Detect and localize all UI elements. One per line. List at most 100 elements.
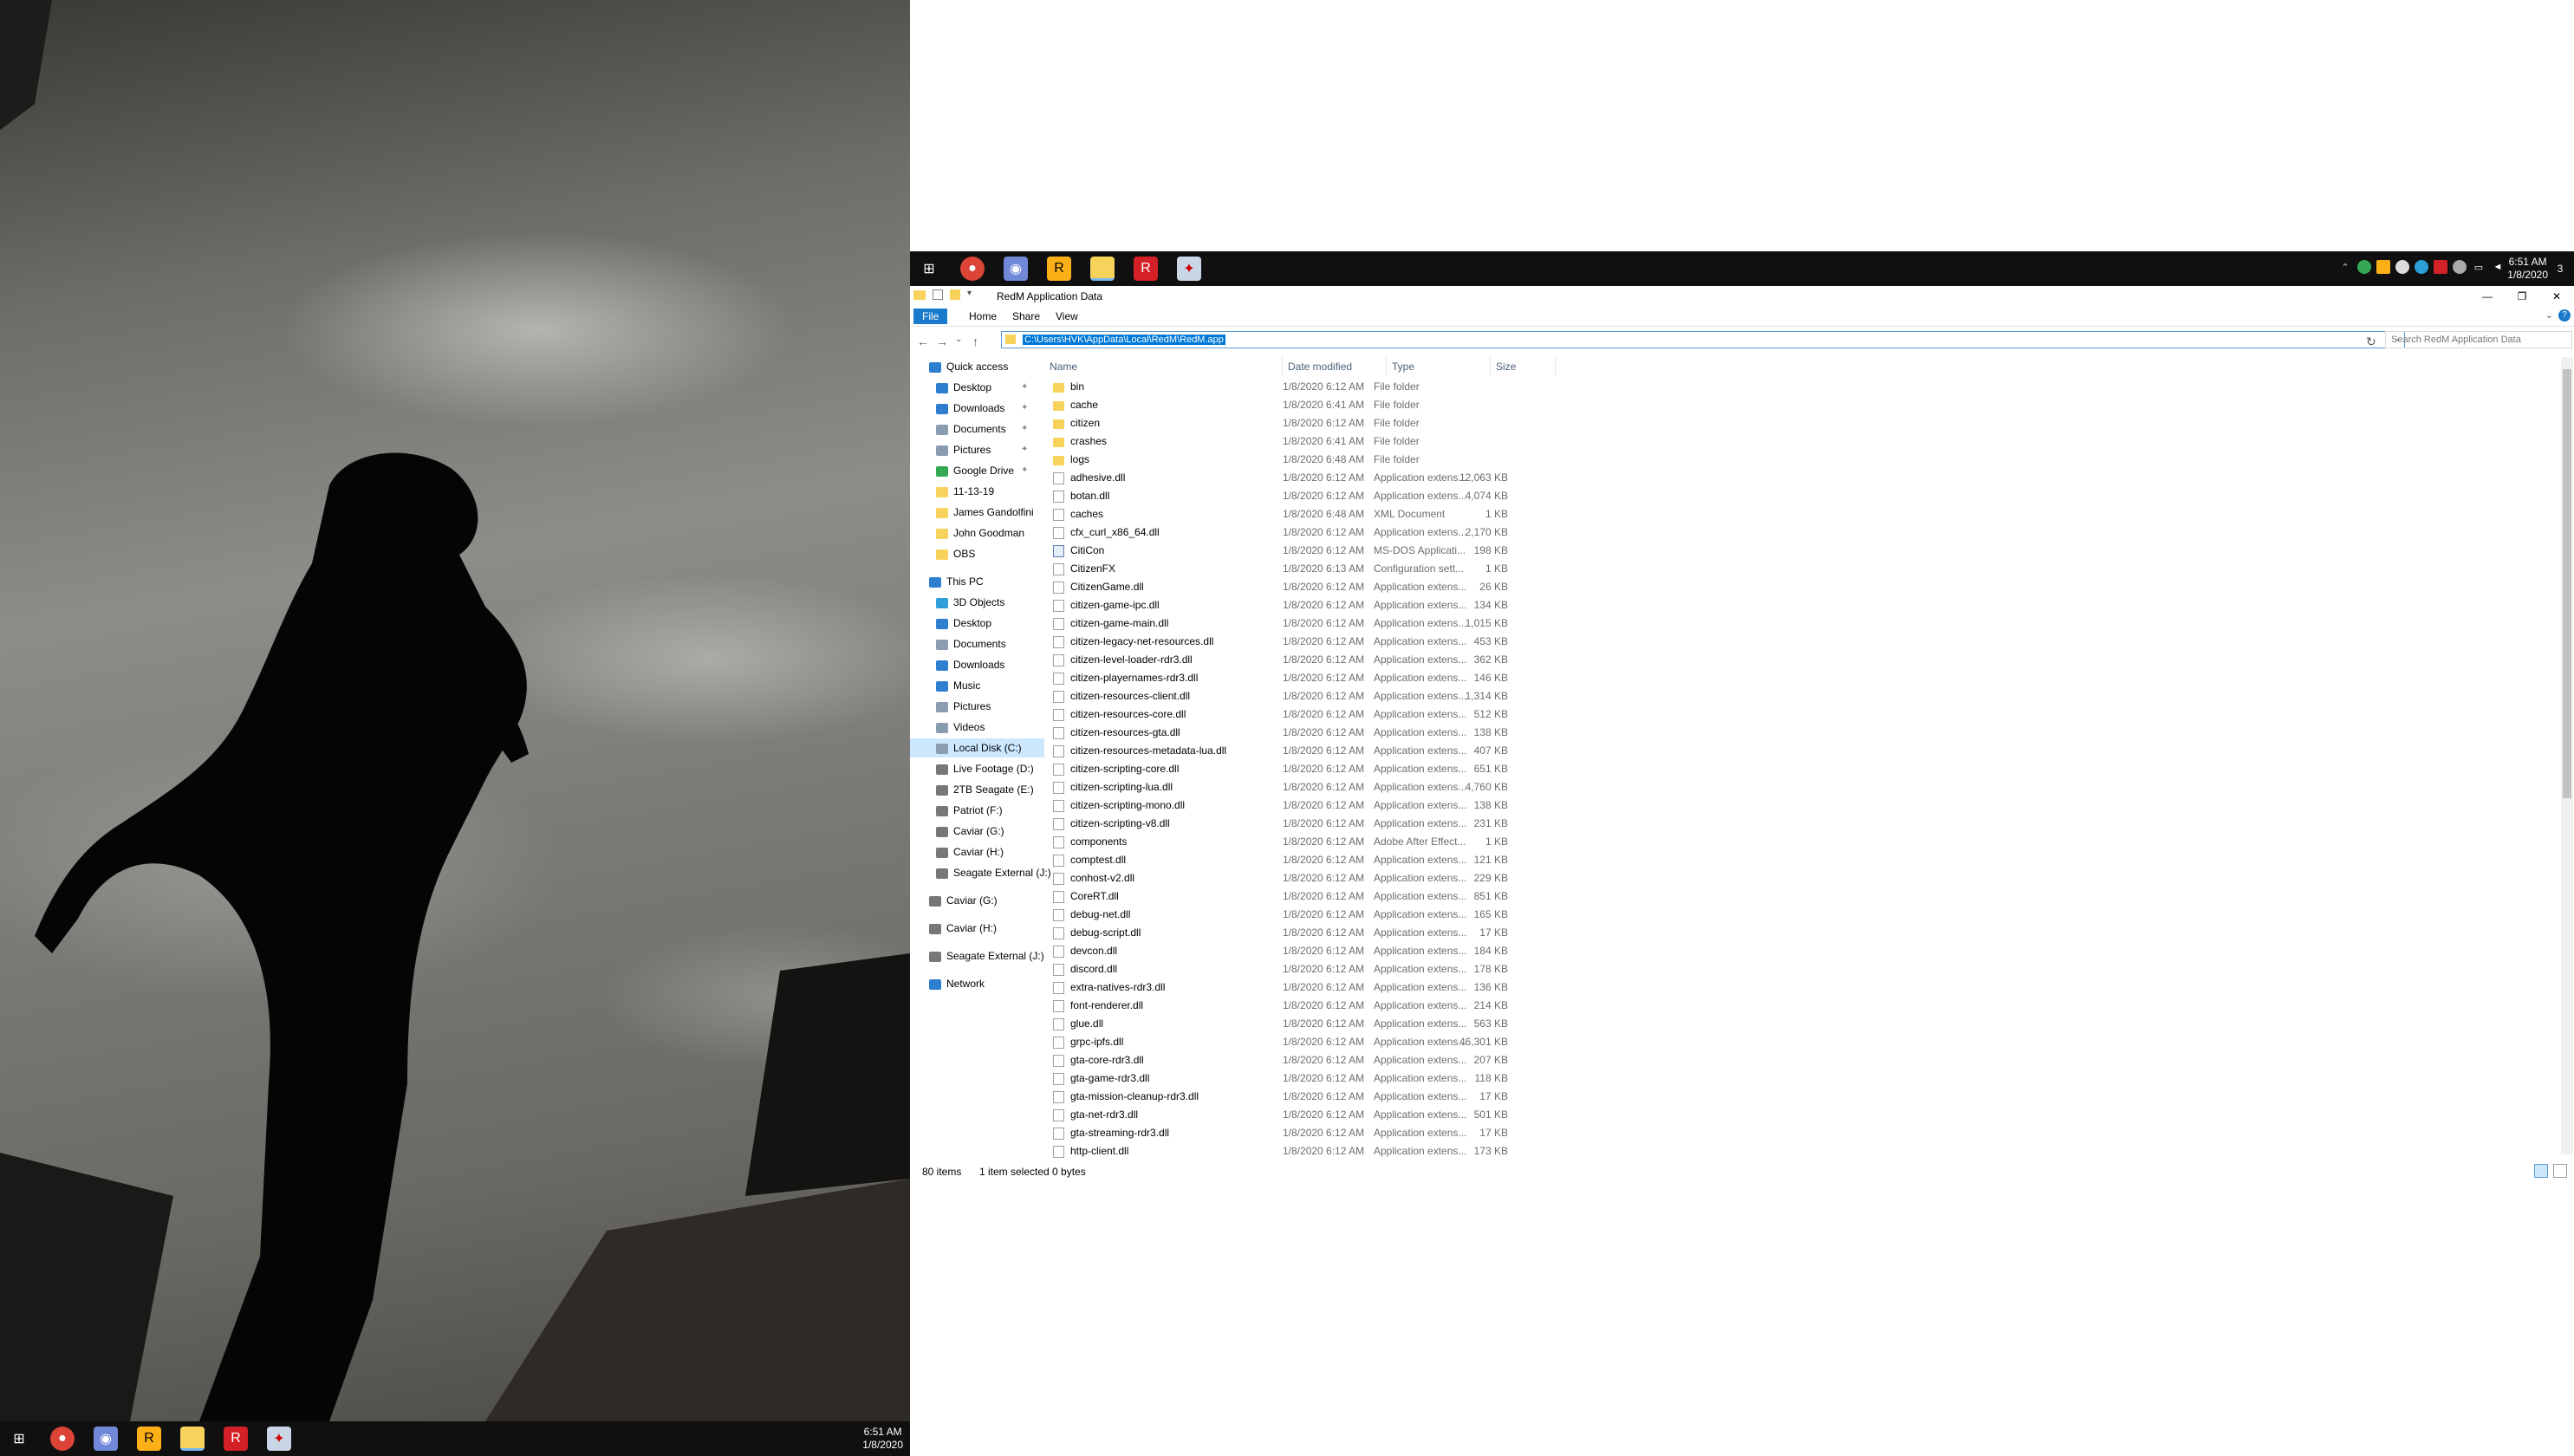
- nav-quick-item[interactable]: John Goodman: [910, 523, 1044, 543]
- rockstar-tray-icon[interactable]: [2376, 260, 2390, 274]
- nav-pc-item[interactable]: Caviar (G:): [910, 822, 1044, 841]
- steam-game-icon[interactable]: ✦: [267, 1427, 291, 1451]
- file-row[interactable]: citizen-resources-client.dll 1/8/2020 6:1…: [1044, 687, 1564, 705]
- file-row[interactable]: CoreRT.dll 1/8/2020 6:12 AM Application ex…: [1044, 887, 1564, 906]
- nav-quick-item[interactable]: James Gandolfini: [910, 503, 1044, 522]
- recent-locations-icon[interactable]: ⌄: [955, 335, 962, 344]
- network-icon[interactable]: ▭: [2472, 260, 2486, 274]
- discord-icon[interactable]: ◉: [94, 1427, 118, 1451]
- file-row[interactable]: components 1/8/2020 6:12 AM Adobe After Ef…: [1044, 833, 1564, 851]
- rockstar-icon[interactable]: R: [137, 1427, 161, 1451]
- file-row[interactable]: citizen-resources-core.dll 1/8/2020 6:12 …: [1044, 705, 1564, 724]
- column-name[interactable]: Name: [1044, 357, 1283, 376]
- file-row[interactable]: debug-net.dll 1/8/2020 6:12 AM Application…: [1044, 906, 1564, 924]
- tab-home[interactable]: Home: [960, 309, 1005, 324]
- file-row[interactable]: crashes 1/8/2020 6:41 AM File folder: [1044, 432, 1564, 451]
- file-explorer-icon[interactable]: [1090, 257, 1115, 281]
- nav-pc-item[interactable]: Pictures: [910, 697, 1044, 716]
- file-row[interactable]: http-client.dll 1/8/2020 6:12 AM Applicati…: [1044, 1142, 1564, 1160]
- new-folder-icon[interactable]: [950, 289, 960, 300]
- file-row[interactable]: font-renderer.dll 1/8/2020 6:12 AM Applica…: [1044, 997, 1564, 1015]
- rockstar-icon[interactable]: R: [1047, 257, 1071, 281]
- large-icons-view-icon[interactable]: [2553, 1164, 2567, 1178]
- nav-drive-item[interactable]: Seagate External (J:): [910, 946, 1044, 965]
- file-row[interactable]: logs 1/8/2020 6:48 AM File folder: [1044, 451, 1564, 469]
- file-row[interactable]: gta-net-rdr3.dll 1/8/2020 6:12 AM Applicat…: [1044, 1106, 1564, 1124]
- nav-quick-access[interactable]: Quick access: [910, 357, 1044, 376]
- nav-pc-item[interactable]: Desktop: [910, 614, 1044, 633]
- nav-drive-item[interactable]: Caviar (H:): [910, 919, 1044, 938]
- file-row[interactable]: discord.dll 1/8/2020 6:12 AM Application e…: [1044, 960, 1564, 978]
- nav-pc-item[interactable]: Patriot (F:): [910, 801, 1044, 820]
- nav-quick-item[interactable]: 11-13-19: [910, 482, 1044, 501]
- file-row[interactable]: citizen-playernames-rdr3.dll 1/8/2020 6:1…: [1044, 669, 1564, 687]
- file-row[interactable]: debug-script.dll 1/8/2020 6:12 AM Applicat…: [1044, 924, 1564, 942]
- nav-quick-item[interactable]: Downloads ✦: [910, 399, 1044, 418]
- volume-icon[interactable]: ◄: [2491, 260, 2505, 274]
- file-row[interactable]: citizen-resources-gta.dll 1/8/2020 6:12 A…: [1044, 724, 1564, 742]
- green-app-icon[interactable]: [2357, 260, 2371, 274]
- file-row[interactable]: citizen-scripting-core.dll 1/8/2020 6:12 …: [1044, 760, 1564, 778]
- redm-icon[interactable]: R: [1134, 257, 1158, 281]
- file-row[interactable]: citizen-scripting-lua.dll 1/8/2020 6:12 A…: [1044, 778, 1564, 796]
- sync-icon[interactable]: [2415, 260, 2428, 274]
- back-arrow-icon[interactable]: ←: [917, 335, 929, 348]
- up-arrow-icon[interactable]: ↑: [972, 335, 978, 348]
- start-button[interactable]: ⊞: [917, 257, 941, 281]
- file-row[interactable]: citizen-game-main.dll 1/8/2020 6:12 AM App…: [1044, 614, 1564, 633]
- nav-quick-item[interactable]: Documents ✦: [910, 419, 1044, 439]
- file-row[interactable]: CitiCon 1/8/2020 6:12 AM MS-DOS Applicati.…: [1044, 542, 1564, 560]
- address-bar[interactable]: C:\Users\HVK\AppData\Local\RedM\RedM.app…: [1001, 331, 2405, 348]
- file-row[interactable]: CitizenGame.dll 1/8/2020 6:12 AM Applicati…: [1044, 578, 1564, 596]
- file-row[interactable]: conhost-v2.dll 1/8/2020 6:12 AM Applicatio…: [1044, 869, 1564, 887]
- nav-quick-item[interactable]: Desktop ✦: [910, 378, 1044, 397]
- file-row[interactable]: citizen-game-ipc.dll 1/8/2020 6:12 AM Appl…: [1044, 596, 1564, 614]
- file-row[interactable]: gta-game-rdr3.dll 1/8/2020 6:12 AM Applica…: [1044, 1069, 1564, 1088]
- right-clock[interactable]: 6:51 AM 1/8/2020: [2507, 256, 2548, 282]
- tab-share[interactable]: Share: [1004, 309, 1049, 324]
- redm-tray-icon[interactable]: [2434, 260, 2447, 274]
- file-row[interactable]: citizen-scripting-mono.dll 1/8/2020 6:12 …: [1044, 796, 1564, 815]
- customize-quick-access-icon[interactable]: ▾: [967, 289, 972, 298]
- nav-quick-item[interactable]: Google Drive ✦: [910, 461, 1044, 480]
- file-row[interactable]: citizen-scripting-v8.dll 1/8/2020 6:12 AM…: [1044, 815, 1564, 833]
- tab-view[interactable]: View: [1047, 309, 1087, 324]
- nav-network[interactable]: Network: [910, 974, 1044, 993]
- chevron-up-icon[interactable]: ⌃: [2338, 260, 2352, 274]
- search-input[interactable]: Search RedM Application Data: [2385, 331, 2572, 348]
- file-row[interactable]: bin 1/8/2020 6:12 AM File folder: [1044, 378, 1564, 396]
- column-type[interactable]: Type: [1387, 357, 1491, 376]
- close-button[interactable]: ✕: [2539, 288, 2574, 305]
- expand-ribbon-icon[interactable]: ⌄: [2545, 309, 2553, 321]
- file-row[interactable]: gta-core-rdr3.dll 1/8/2020 6:12 AM Applica…: [1044, 1051, 1564, 1069]
- details-view-icon[interactable]: [2534, 1164, 2548, 1178]
- file-row[interactable]: citizen-level-loader-rdr3.dll 1/8/2020 6:…: [1044, 651, 1564, 669]
- file-row[interactable]: botan.dll 1/8/2020 6:12 AM Application ext…: [1044, 487, 1564, 505]
- steam-icon[interactable]: [2453, 260, 2467, 274]
- nav-pc-item[interactable]: Local Disk (C:): [910, 738, 1044, 757]
- file-row[interactable]: comptest.dll 1/8/2020 6:12 AM Application …: [1044, 851, 1564, 869]
- left-clock[interactable]: 6:51 AM 1/8/2020: [862, 1426, 903, 1452]
- file-row[interactable]: caches 1/8/2020 6:48 AM XML Document 1 KB: [1044, 505, 1564, 523]
- nav-pc-item[interactable]: Documents: [910, 634, 1044, 653]
- file-row[interactable]: citizen-resources-metadata-lua.dll 1/8/20…: [1044, 742, 1564, 760]
- file-row[interactable]: citizen-legacy-net-resources.dll 1/8/2020…: [1044, 633, 1564, 651]
- nav-pc-item[interactable]: Downloads: [910, 655, 1044, 674]
- nav-pc-item[interactable]: Music: [910, 676, 1044, 695]
- column-date[interactable]: Date modified: [1283, 357, 1387, 376]
- address-path[interactable]: C:\Users\HVK\AppData\Local\RedM\RedM.app: [1023, 335, 1225, 345]
- nav-quick-item[interactable]: OBS: [910, 544, 1044, 563]
- column-size[interactable]: Size: [1491, 357, 1556, 376]
- scrollbar-thumb[interactable]: [2563, 369, 2571, 798]
- vertical-scrollbar[interactable]: [2561, 357, 2573, 1154]
- properties-icon[interactable]: [933, 289, 943, 300]
- nav-this-pc[interactable]: This PC: [910, 572, 1044, 591]
- start-button[interactable]: ⊞: [7, 1427, 31, 1451]
- cloud-icon[interactable]: [2395, 260, 2409, 274]
- nav-quick-item[interactable]: Pictures ✦: [910, 440, 1044, 459]
- nav-pc-item[interactable]: Caviar (H:): [910, 842, 1044, 861]
- chrome-icon[interactable]: ●: [50, 1427, 75, 1451]
- file-row[interactable]: glue.dll 1/8/2020 6:12 AM Application exte…: [1044, 1015, 1564, 1033]
- nav-drive-item[interactable]: Caviar (G:): [910, 891, 1044, 910]
- forward-arrow-icon[interactable]: →: [936, 335, 948, 348]
